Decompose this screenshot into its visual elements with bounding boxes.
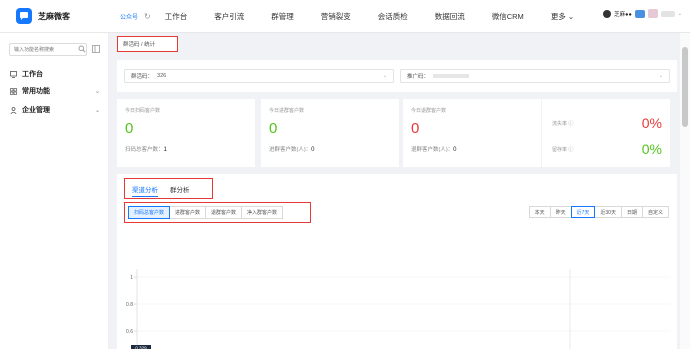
dashboard-icon: [10, 70, 17, 78]
retention-rate-label[interactable]: 留存率 ⓘ: [552, 146, 573, 153]
stat-sub-label: 扫码总客户数：: [125, 147, 164, 153]
breadcrumb: 群活码 / 统计: [117, 36, 178, 52]
stat-sub-value: 0: [453, 147, 457, 153]
user-icon: [10, 106, 17, 114]
group-code-select[interactable]: 群活码： 326 ⌄: [124, 69, 394, 83]
stat-value: 0: [269, 120, 278, 137]
refresh-icon[interactable]: ↻: [144, 12, 151, 21]
nav-marketing[interactable]: 营销裂变: [321, 11, 351, 22]
public-account-link[interactable]: 公众号: [120, 12, 138, 21]
user-name: 芝麻●●: [614, 11, 632, 18]
chevron-down-icon: ⌄: [382, 73, 387, 79]
rate-card: 流失率 ⓘ 0% 留存率 ⓘ 0%: [542, 99, 670, 167]
stat-sub: 退群客户数(人)：0: [411, 145, 533, 153]
retention-rate-value: 0%: [641, 141, 662, 157]
filter-bar: 群活码： 326 ⌄ 推广码： ⌄: [117, 60, 677, 92]
stat-card-scan: 今日扫码客户数 0 扫码总客户数：1: [117, 99, 255, 167]
enterprise-badge: [634, 9, 645, 18]
stat-title: 今日进群客户数: [269, 108, 305, 114]
stat-sub: 扫码总客户数：1: [125, 145, 247, 153]
tooltip-badge-text: 0.329: [135, 346, 147, 349]
churn-rate-value: 0%: [641, 115, 662, 131]
stat-card-quit: 今日退群客户数 0 退群客户数(人)：0: [403, 99, 541, 167]
stat-card-join: 今日进群客户数 0 进群客户数(人)：0: [261, 99, 399, 167]
menu-label: 常用功能: [22, 88, 50, 95]
user-avatar-icon: [603, 9, 612, 18]
page-scrollbar[interactable]: [680, 33, 690, 349]
channel-code-value: [433, 74, 470, 78]
search-icon[interactable]: [78, 45, 86, 53]
brand-name: 芝麻微客: [38, 11, 70, 21]
menu-enterprise-management[interactable]: 企业管理 ⌄: [10, 105, 100, 115]
grid-icon: [10, 87, 17, 95]
y-tick-label: 0.6: [126, 329, 133, 335]
churn-rate-label[interactable]: 流失率 ⓘ: [552, 120, 573, 127]
date-7days-button[interactable]: 近7天: [570, 206, 596, 218]
chevron-down-icon: ⌄: [94, 88, 100, 95]
churn-rate-row: 流失率 ⓘ 0%: [552, 115, 662, 131]
stat-title: 今日退群客户数: [411, 108, 447, 114]
stat-sub: 进群客户数(人)：0: [269, 145, 391, 153]
menu-label: 工作台: [22, 71, 43, 78]
chevron-down-icon[interactable]: ⌄: [678, 11, 682, 17]
group-code-label: 群活码：: [131, 74, 154, 80]
user-area[interactable]: 芝麻●● ⌄: [603, 9, 682, 18]
nav-customer-traffic[interactable]: 客户引流: [214, 11, 244, 22]
nav-session-check[interactable]: 会话质检: [378, 11, 408, 22]
group-code-value: 326: [157, 73, 167, 79]
y-tick-label: 1: [130, 275, 133, 281]
metric-scan-total-button[interactable]: 扫码总客户数: [128, 206, 171, 219]
nav-workbench[interactable]: 工作台: [165, 11, 188, 22]
search-input[interactable]: [9, 43, 87, 56]
breadcrumb-text[interactable]: 群活码 / 统计: [123, 40, 155, 48]
blurred-username: [660, 10, 675, 17]
menu-workbench[interactable]: 工作台: [10, 69, 100, 79]
nav-data-backflow[interactable]: 数据回流: [435, 11, 465, 22]
top-bar: 芝麻微客 公众号 ↻ 工作台 客户引流 群管理 营销裂变 会话质检 数据回流 微…: [0, 0, 690, 33]
top-nav: 工作台 客户引流 群管理 营销裂变 会话质检 数据回流 微信CRM 更多 ⌄: [157, 0, 601, 33]
channel-code-select[interactable]: 推广码： ⌄: [400, 69, 670, 83]
scrollbar-thumb[interactable]: [682, 47, 688, 127]
stat-value: 0: [411, 120, 420, 137]
stat-value: 0: [125, 120, 134, 137]
collapse-menu-icon[interactable]: [92, 45, 100, 53]
analysis-panel: 渠道分析 群分析 扫码总客户数 进群客户数 退群客户数 净入群客户数 本天 昨天…: [117, 174, 677, 349]
stat-sub-label: 退群客户数(人)：: [411, 147, 454, 153]
line-chart: 10.80.60.40.329: [126, 269, 670, 349]
menu-label: 企业管理: [22, 107, 50, 114]
stat-sub-value: 1: [163, 147, 167, 153]
nav-wechat-crm[interactable]: 微信CRM: [492, 11, 524, 22]
main-content: 群活码 / 统计 群活码： 326 ⌄ 推广码： ⌄ 今日扫码客户数 0 扫码总…: [110, 33, 680, 349]
chevron-down-icon: ⌄: [658, 73, 663, 79]
stat-sub-label: 进群客户数(人)：: [269, 147, 312, 153]
retention-rate-row: 留存率 ⓘ 0%: [552, 141, 662, 157]
blurred-avatar: [647, 9, 658, 18]
nav-group-management[interactable]: 群管理: [271, 11, 294, 22]
stat-title: 今日扫码客户数: [125, 108, 161, 114]
nav-more[interactable]: 更多 ⌄: [551, 11, 574, 22]
y-tick-label: 0.8: [126, 302, 133, 308]
stat-sub-value: 0: [311, 147, 315, 153]
chat-bubble-logo-icon: [16, 8, 32, 24]
logo-area[interactable]: 芝麻微客: [0, 8, 120, 24]
channel-code-label: 推广码：: [407, 74, 430, 80]
chevron-down-icon: ⌄: [94, 107, 100, 114]
sidebar: 工作台 常用功能 ⌄ 企业管理 ⌄: [0, 33, 109, 349]
menu-common-functions[interactable]: 常用功能 ⌄: [10, 86, 100, 96]
